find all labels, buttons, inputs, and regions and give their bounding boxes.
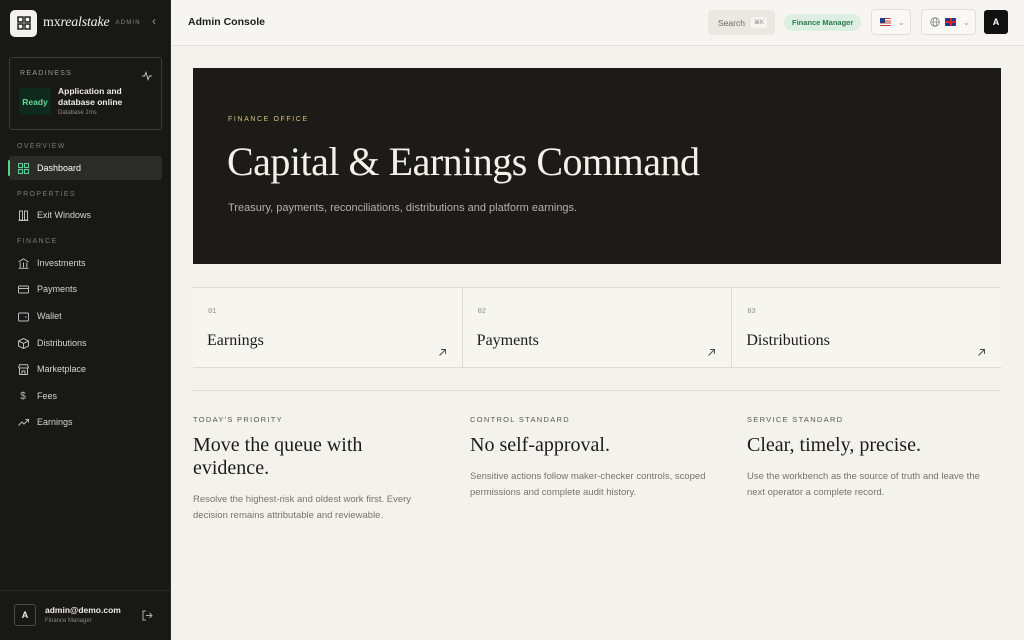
card-label: Distributions [746, 332, 830, 349]
column-body: Use the workbench as the source of truth… [747, 471, 980, 498]
readiness-title: Application and database online [58, 86, 123, 107]
wallet-icon [17, 310, 29, 322]
column-kicker: TODAY'S PRIORITY [193, 415, 283, 424]
bank-icon [17, 257, 29, 269]
region-select[interactable]: ⌄ [871, 9, 911, 35]
sidebar-item-label: Earnings [37, 417, 73, 427]
sidebar-item-label: Investments [37, 258, 86, 268]
sidebar: mxrealstake ADMIN ‹ READINESS Ready Appl… [0, 0, 171, 640]
chevron-down-icon: ⌄ [963, 17, 970, 27]
hero-banner: FINANCE OFFICE Capital & Earnings Comman… [193, 68, 1001, 264]
us-flag-icon [880, 18, 891, 26]
user-role: Finance Manager [45, 618, 92, 624]
sidebar-item-label: Fees [37, 391, 58, 401]
sidebar-item-earnings[interactable]: Earnings [9, 410, 162, 434]
sidebar-item-exit-windows[interactable]: Exit Windows [9, 203, 162, 227]
card-label: Payments [476, 332, 539, 349]
language-select[interactable]: ⌄ [921, 9, 976, 35]
sidebar-item-label: Marketplace [37, 364, 87, 374]
hero-description: Treasury, payments, reconciliations, dis… [228, 202, 578, 214]
user-email: admin@demo.com [45, 605, 121, 615]
search-shortcut: ⌘K [750, 17, 767, 28]
role-badge: Finance Manager [784, 14, 862, 31]
columns-icon [17, 209, 29, 221]
sidebar-item-label: Payments [37, 284, 78, 294]
sidebar-item-label: Distributions [37, 338, 87, 348]
card-label: Earnings [207, 332, 264, 349]
card-distributions[interactable]: 03 Distributions [732, 288, 1001, 367]
readiness-heading: READINESS [20, 70, 73, 77]
quick-links: 01 Earnings 02 Payments 03 Distributions [193, 287, 1001, 368]
column-kicker: SERVICE STANDARD [747, 415, 844, 424]
chevron-down-icon: ⌄ [898, 17, 905, 27]
sidebar-item-label: Exit Windows [37, 210, 92, 220]
hero-title: Capital & Earnings Command [227, 139, 700, 184]
page-title: Admin Console [188, 16, 266, 28]
brand-tag: ADMIN [115, 20, 141, 26]
column-body: Resolve the highest-risk and oldest work… [193, 494, 412, 521]
arrow-up-right-icon [708, 343, 716, 361]
sidebar-item-payments[interactable]: Payments [9, 277, 162, 301]
sidebar-item-label: Dashboard [37, 163, 82, 173]
column-title: Move the queue with evidence. [193, 434, 363, 479]
hero-kicker: FINANCE OFFICE [228, 116, 309, 123]
user-profile: A admin@demo.com Finance Manager [0, 590, 171, 640]
column-kicker: CONTROL STANDARD [470, 415, 570, 424]
column-title: Clear, timely, precise. [747, 434, 921, 456]
card-payments[interactable]: 02 Payments [463, 288, 733, 367]
section-properties: PROPERTIES [17, 191, 76, 198]
avatar[interactable]: A [14, 604, 36, 626]
dollar-icon: $ [20, 390, 26, 402]
card-icon [17, 283, 29, 295]
brand[interactable]: mxrealstake ADMIN [10, 9, 160, 37]
avatar[interactable]: A [984, 10, 1008, 34]
logo-icon [10, 9, 37, 37]
service-column: SERVICE STANDARD Clear, timely, precise.… [747, 415, 997, 500]
pulse-icon [142, 68, 152, 86]
brand-name: mxrealstake [43, 15, 110, 30]
store-icon [17, 363, 29, 375]
collapse-sidebar-icon[interactable]: ‹ [152, 14, 156, 28]
readiness-card: READINESS Ready Application and database… [9, 57, 162, 130]
card-number: 03 [747, 308, 756, 316]
section-finance: FINANCE [17, 238, 58, 245]
arrow-up-right-icon [438, 343, 446, 361]
logout-icon[interactable] [142, 608, 153, 626]
sidebar-item-marketplace[interactable]: Marketplace [9, 357, 162, 381]
control-column: CONTROL STANDARD No self-approval. Sensi… [470, 415, 720, 500]
sidebar-item-dashboard[interactable]: Dashboard [8, 156, 162, 180]
readiness-subtitle: Database 1ms [58, 110, 97, 116]
sidebar-item-label: Wallet [37, 311, 62, 321]
card-number: 01 [208, 308, 217, 316]
sidebar-item-distributions[interactable]: Distributions [9, 331, 162, 355]
grid-icon [17, 162, 29, 174]
search-button[interactable]: Search ⌘K [708, 10, 775, 35]
card-earnings[interactable]: 01 Earnings [193, 288, 463, 367]
ready-badge: Ready [19, 88, 51, 115]
trend-icon [17, 416, 29, 428]
column-title: No self-approval. [470, 434, 610, 456]
topbar: Admin Console Search ⌘K Finance Manager … [171, 0, 1024, 46]
divider [193, 390, 1001, 391]
search-label: Search [718, 17, 745, 28]
uk-flag-icon [945, 18, 956, 26]
globe-icon [930, 17, 940, 27]
column-body: Sensitive actions follow maker-checker c… [470, 471, 706, 498]
box-icon [17, 337, 29, 349]
section-overview: OVERVIEW [17, 143, 66, 150]
sidebar-item-investments[interactable]: Investments [9, 251, 162, 275]
arrow-up-right-icon [978, 343, 985, 361]
sidebar-item-fees[interactable]: $ Fees [9, 384, 162, 408]
priority-column: TODAY'S PRIORITY Move the queue with evi… [193, 415, 443, 523]
card-number: 02 [477, 308, 487, 316]
sidebar-item-wallet[interactable]: Wallet [9, 304, 162, 328]
